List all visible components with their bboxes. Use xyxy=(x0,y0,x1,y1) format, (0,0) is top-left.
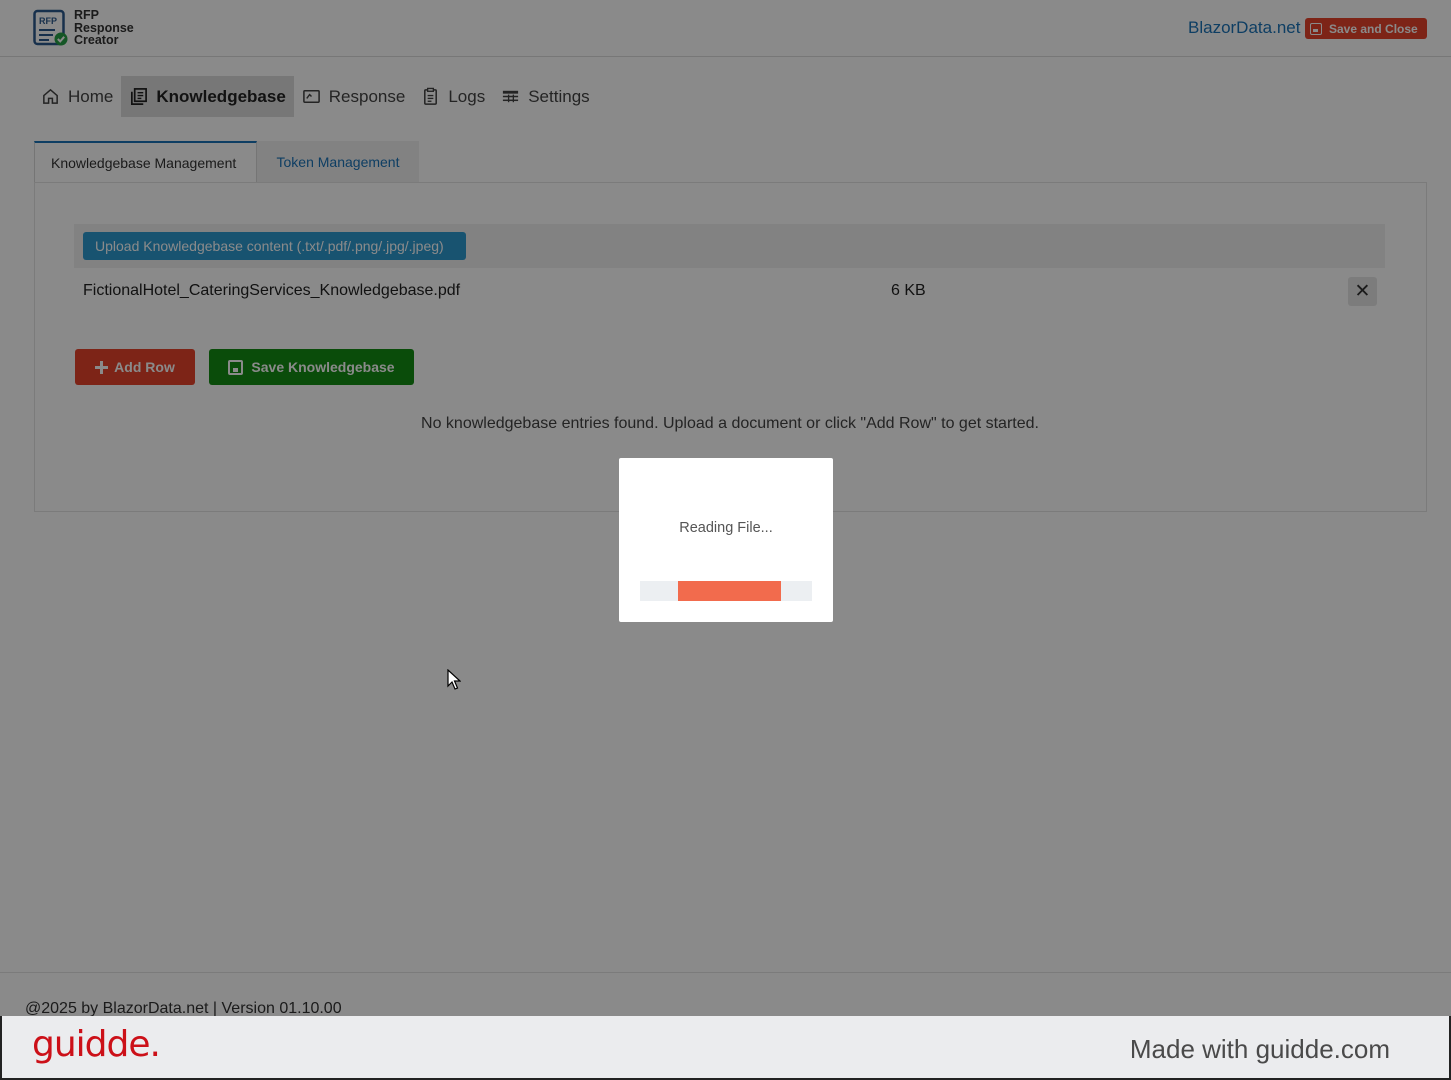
reading-file-dialog: Reading File... xyxy=(619,458,833,622)
reading-file-text: Reading File... xyxy=(679,520,773,536)
progress-bar-fill xyxy=(677,581,782,601)
progress-bar xyxy=(640,581,812,601)
guidde-logo[interactable]: guidde. xyxy=(32,1024,161,1065)
guidde-bar: guidde. Made with guidde.com xyxy=(2,1016,1449,1078)
made-with-guidde-text[interactable]: Made with guidde.com xyxy=(1130,1034,1390,1065)
frame-border-left xyxy=(0,1016,2,1080)
mouse-cursor-icon xyxy=(447,669,461,690)
